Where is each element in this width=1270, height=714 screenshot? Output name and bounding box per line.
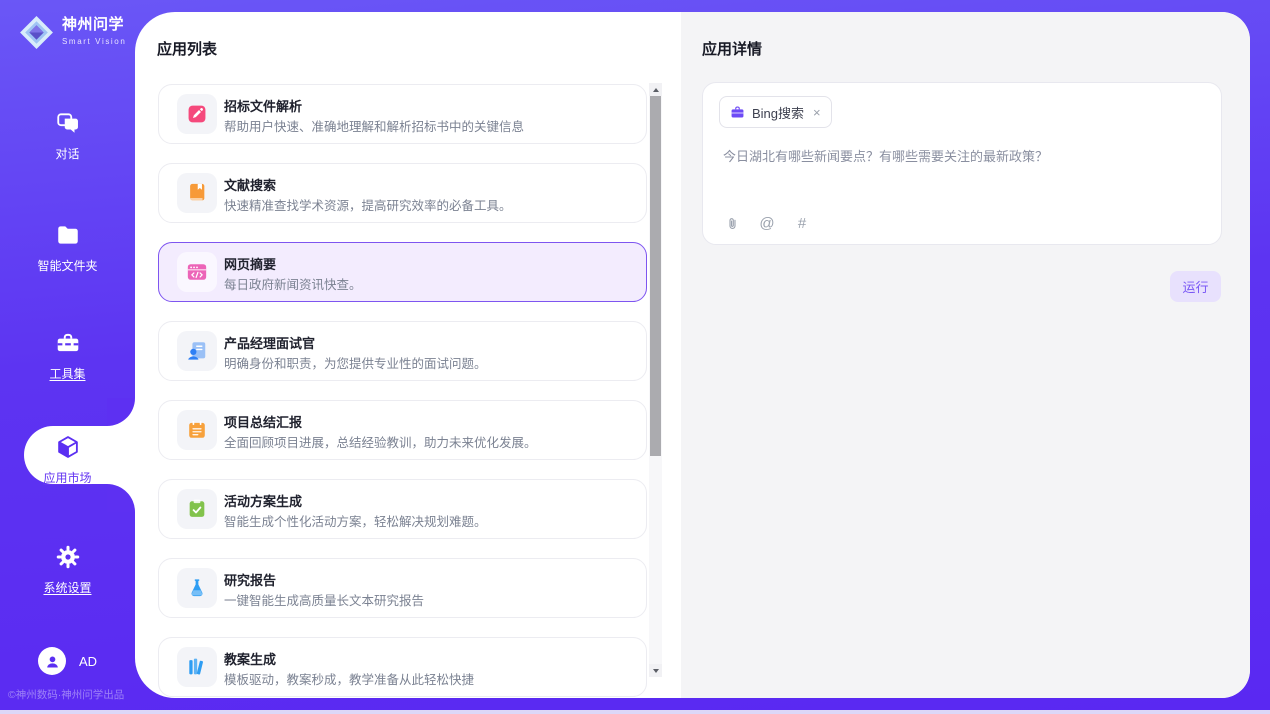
app-list-item[interactable]: 活动方案生成智能生成个性化活动方案，轻松解决规划难题。 <box>158 479 647 539</box>
bottom-accent-line <box>0 710 1270 714</box>
app-list-item[interactable]: 教案生成模板驱动，教案秒成，教学准备从此轻松快捷 <box>158 637 647 697</box>
run-button[interactable]: 运行 <box>1170 271 1221 302</box>
brand-name: 神州问学 <box>62 17 126 34</box>
book-icon <box>177 173 217 213</box>
hash-icon[interactable]: # <box>793 213 811 233</box>
user-avatar-icon <box>38 647 66 675</box>
toolbox-icon <box>55 330 81 356</box>
scrollbar-down-arrow-icon[interactable] <box>649 664 662 677</box>
app-list: 招标文件解析帮助用户快速、准确地理解和解析招标书中的关键信息文献搜索快速精准查找… <box>158 84 647 698</box>
app-list-item[interactable]: 招标文件解析帮助用户快速、准确地理解和解析招标书中的关键信息 <box>158 84 647 144</box>
brand-subtitle: Smart Vision <box>62 37 126 46</box>
paperclip-icon[interactable] <box>723 213 741 233</box>
copyright-text: ©神州数码·神州问学出品 <box>8 687 124 702</box>
app-list-item[interactable]: 网页摘要每日政府新闻资讯快查。 <box>158 242 647 302</box>
briefcase-icon <box>730 105 745 120</box>
app-list-title: 应用列表 <box>157 38 217 59</box>
app-window: 神州问学 Smart Vision 对话智能文件夹工具集应用市场系统设置 AD … <box>0 0 1270 714</box>
interviewer-icon <box>177 331 217 371</box>
sidebar-item-toolset[interactable]: 工具集 <box>0 330 135 382</box>
app-detail-panel: 应用详情 Bing搜索 × 今日湖北有哪些新闻要点？有哪些需要关注的最新政策？ … <box>681 12 1250 698</box>
at-mention-icon[interactable]: @ <box>758 213 776 233</box>
clipboard-check-icon <box>177 489 217 529</box>
content-panel: 应用列表 招标文件解析帮助用户快速、准确地理解和解析招标书中的关键信息文献搜索快… <box>135 12 1250 698</box>
scrollbar-up-arrow-icon[interactable] <box>649 83 662 96</box>
app-list-item[interactable]: 文献搜索快速精准查找学术资源，提高研究效率的必备工具。 <box>158 163 647 223</box>
tag-close-icon[interactable]: × <box>813 105 821 120</box>
sidebar-item-settings[interactable]: 系统设置 <box>0 544 135 596</box>
sidebar-item-smart-folder[interactable]: 智能文件夹 <box>0 222 135 274</box>
browser-icon <box>177 252 217 292</box>
app-detail-title: 应用详情 <box>702 38 762 59</box>
user-name: AD <box>79 654 97 669</box>
notepad-icon <box>177 410 217 450</box>
app-list-item[interactable]: 研究报告一键智能生成高质量长文本研究报告 <box>158 558 647 618</box>
brand-logo: 神州问学 Smart Vision <box>18 14 126 51</box>
sidebar: 神州问学 Smart Vision 对话智能文件夹工具集应用市场系统设置 AD … <box>0 0 135 714</box>
question-input[interactable]: 今日湖北有哪些新闻要点？有哪些需要关注的最新政策？ <box>723 147 1205 167</box>
books-icon <box>177 647 217 687</box>
app-list-item[interactable]: 产品经理面试官明确身份和职责，为您提供专业性的面试问题。 <box>158 321 647 381</box>
gear-icon <box>55 544 81 570</box>
chat-icon <box>55 110 81 136</box>
tool-tag-bing-search[interactable]: Bing搜索 × <box>719 96 832 128</box>
edit-document-icon <box>177 94 217 134</box>
sidebar-item-app-market[interactable]: 应用市场 <box>0 434 135 486</box>
research-icon <box>177 568 217 608</box>
folder-icon <box>55 222 81 248</box>
scrollbar[interactable] <box>649 83 662 677</box>
cube-icon <box>55 434 81 460</box>
sidebar-item-chat[interactable]: 对话 <box>0 110 135 162</box>
active-tab-curve-bottom <box>107 484 135 512</box>
active-tab-curve-top <box>107 398 135 426</box>
tool-tag-label: Bing搜索 <box>752 103 804 122</box>
scrollbar-thumb[interactable] <box>650 96 661 456</box>
brand-diamond-icon <box>18 14 55 51</box>
prompt-toolbar: @# <box>723 213 811 233</box>
prompt-card: Bing搜索 × 今日湖北有哪些新闻要点？有哪些需要关注的最新政策？ @# <box>702 82 1222 245</box>
app-list-item[interactable]: 项目总结汇报全面回顾项目进展，总结经验教训，助力未来优化发展。 <box>158 400 647 460</box>
user-account[interactable]: AD <box>38 647 97 675</box>
